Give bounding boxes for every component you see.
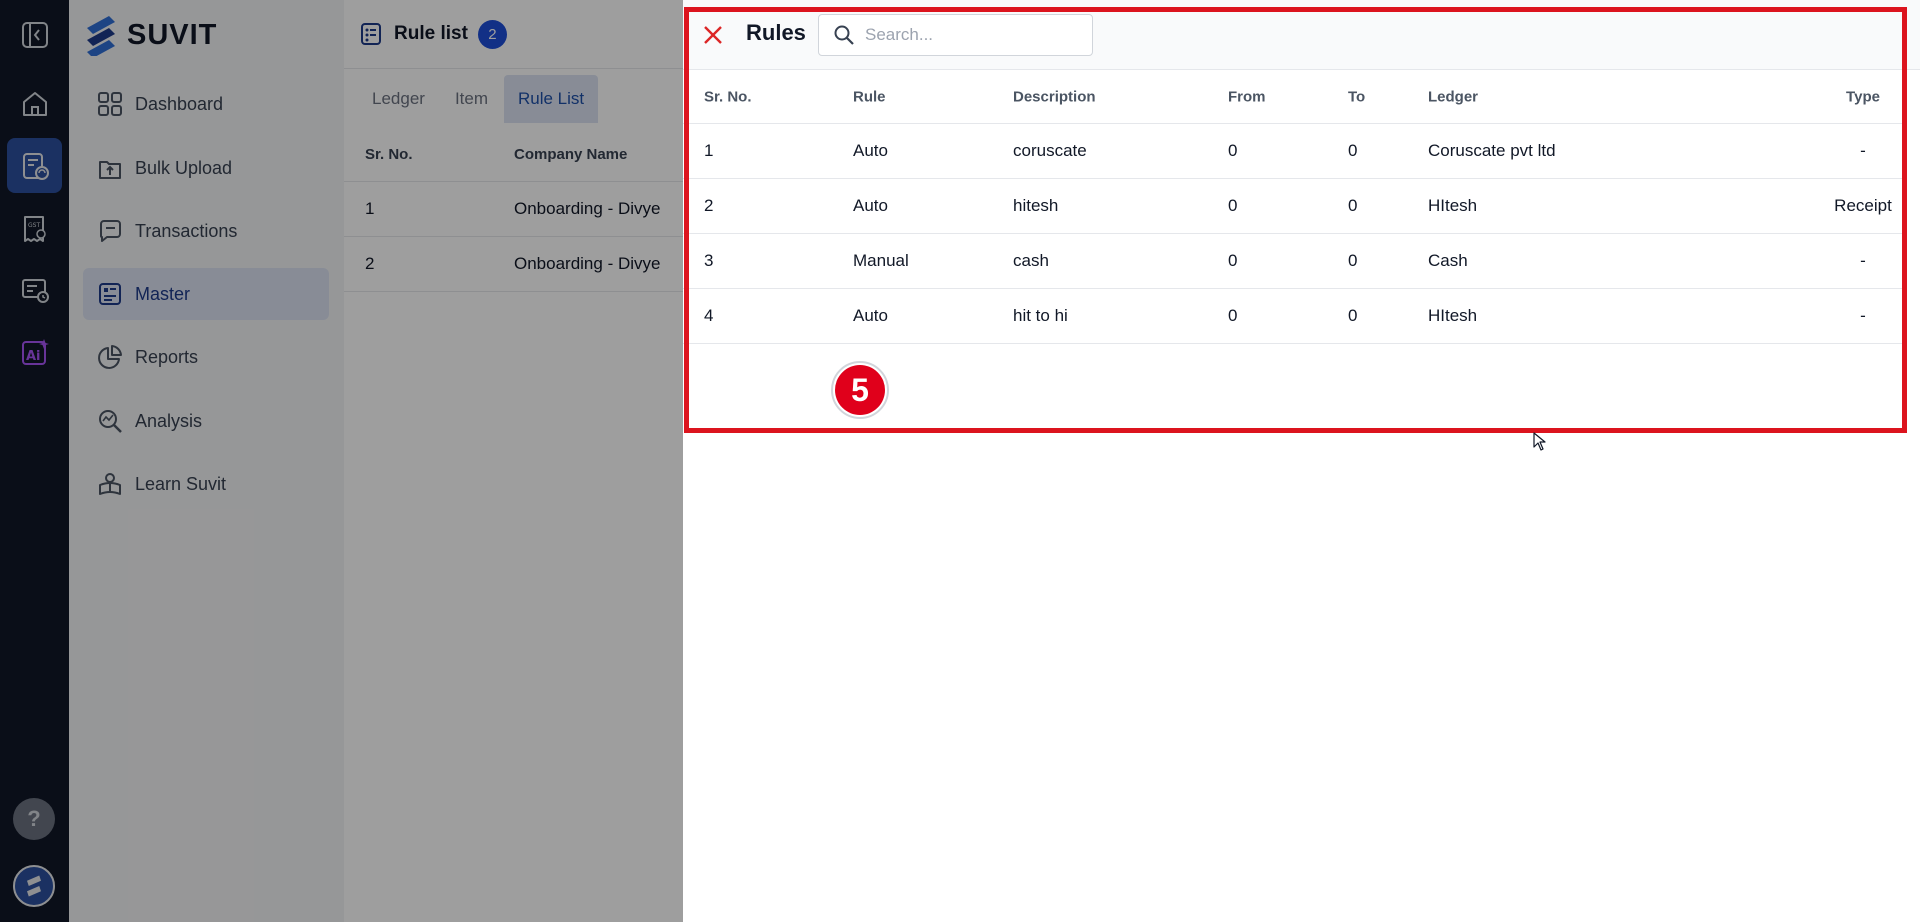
mouse-cursor-icon	[1533, 432, 1546, 451]
cell-type: -	[1860, 251, 1866, 270]
cell-sr-no: 4	[704, 306, 714, 325]
table-header-row: Sr. No. Rule Description From To Ledger …	[683, 70, 1905, 124]
cell-ledger: Cash	[1428, 251, 1468, 270]
step-number: 5	[835, 365, 885, 415]
cell-type: -	[1860, 141, 1866, 160]
cell-description: hit to hi	[1013, 306, 1068, 325]
drawer-title: Rules	[746, 20, 806, 45]
table-row[interactable]: 1 Auto coruscate 0 0 Coruscate pvt ltd -	[683, 124, 1905, 179]
column-header-description: Description	[1013, 88, 1096, 105]
table-row[interactable]: 4 Auto hit to hi 0 0 HItesh -	[683, 289, 1905, 344]
cell-from: 0	[1228, 251, 1238, 270]
cell-from: 0	[1228, 306, 1238, 325]
cell-type: Receipt	[1834, 196, 1892, 215]
cell-description: hitesh	[1013, 196, 1059, 215]
search-icon	[834, 25, 854, 45]
column-header-type: Type	[1846, 88, 1880, 105]
step-marker: 5	[831, 361, 889, 419]
rules-drawer: Rules Sr. No. Rule Description From To L…	[683, 0, 1920, 922]
cell-ledger: HItesh	[1428, 196, 1478, 215]
cell-rule: Auto	[853, 306, 888, 325]
close-button[interactable]	[696, 18, 730, 52]
cell-type: -	[1860, 306, 1866, 325]
search-box[interactable]	[818, 14, 1093, 56]
cell-ledger: Coruscate pvt ltd	[1428, 141, 1556, 160]
cell-rule: Manual	[853, 251, 909, 270]
cell-to: 0	[1348, 306, 1358, 325]
cell-sr-no: 1	[704, 141, 714, 160]
column-header-from: From	[1228, 88, 1266, 105]
cell-description: cash	[1013, 251, 1049, 270]
cell-ledger: HItesh	[1428, 306, 1478, 325]
table-row[interactable]: 3 Manual cash 0 0 Cash -	[683, 234, 1905, 289]
search-input[interactable]	[865, 25, 1065, 45]
modal-backdrop[interactable]	[0, 0, 683, 922]
cell-sr-no: 3	[704, 251, 714, 270]
cell-from: 0	[1228, 141, 1238, 160]
column-header-to: To	[1348, 88, 1366, 105]
close-icon	[704, 26, 722, 44]
cell-description: coruscate	[1013, 141, 1087, 160]
drawer-header: Rules	[683, 0, 1920, 70]
column-header-rule: Rule	[853, 88, 886, 105]
cell-to: 0	[1348, 251, 1358, 270]
cell-rule: Auto	[853, 196, 888, 215]
cell-from: 0	[1228, 196, 1238, 215]
table-row[interactable]: 2 Auto hitesh 0 0 HItesh Receipt	[683, 179, 1905, 234]
cell-sr-no: 2	[704, 196, 714, 215]
column-header-sr-no: Sr. No.	[704, 88, 752, 105]
cell-to: 0	[1348, 196, 1358, 215]
column-header-ledger: Ledger	[1428, 88, 1479, 105]
rules-table: Sr. No. Rule Description From To Ledger …	[683, 70, 1905, 344]
cell-rule: Auto	[853, 141, 888, 160]
cell-to: 0	[1348, 141, 1358, 160]
